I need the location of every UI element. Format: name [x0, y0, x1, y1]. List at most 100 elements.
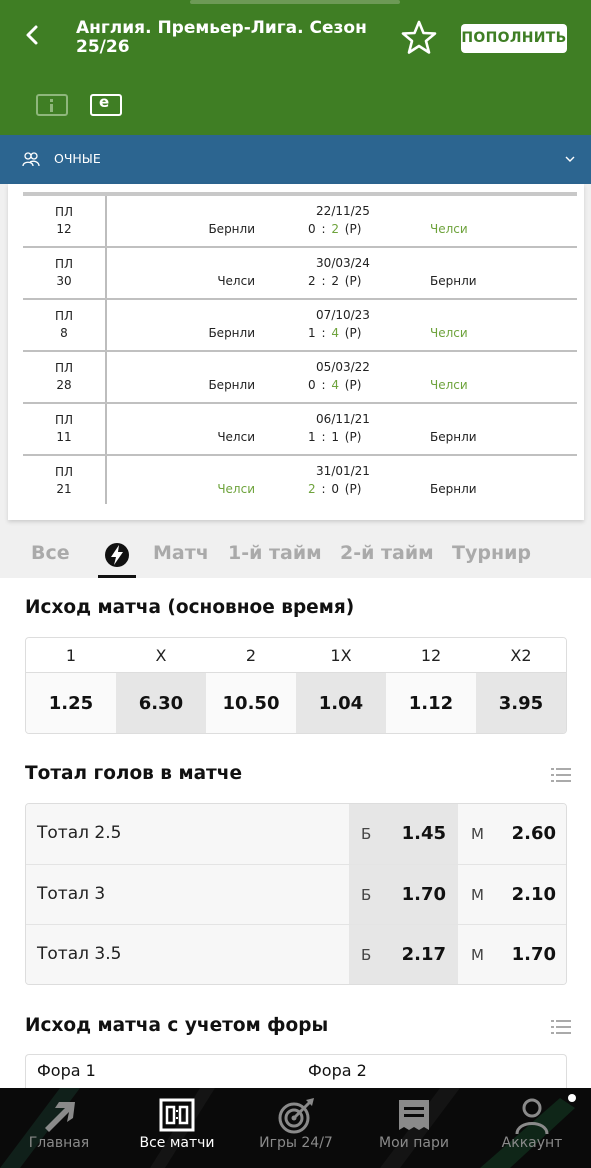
- list-view-icon[interactable]: [551, 767, 571, 783]
- over-odds-button[interactable]: Б 1.45: [349, 804, 458, 864]
- match-date: 30/03/24: [316, 256, 370, 270]
- bottom-nav: Главная Все матчи Игры 24/7 Мои пари Акк…: [0, 1088, 591, 1168]
- home-team: Бернли: [208, 326, 255, 340]
- markets-panel: Исход матча (основное время) 1 X 2 1X 12…: [0, 578, 591, 1094]
- outcome-label: X2: [510, 646, 532, 665]
- match-score: 2 : 0 (Р): [308, 482, 362, 496]
- match-row[interactable]: ПЛ 12 22/11/25 Бернли 0 : 2 (Р) Челси: [23, 196, 577, 248]
- outcome-market: 1 X 2 1X 12 X2 1.25 6.30 10.50 1.04 1.12…: [25, 637, 567, 734]
- nav-label: Мои пари: [379, 1135, 449, 1151]
- nav-item-my-bets[interactable]: Мои пари: [359, 1088, 469, 1168]
- outcome-title: Исход матча (основное время): [25, 597, 355, 618]
- total-row: Тотал 3 Б 1.70 М 2.10: [26, 864, 566, 925]
- drag-handle[interactable]: [190, 0, 400, 4]
- chevron-down-icon[interactable]: [564, 154, 576, 164]
- match-date: 05/03/22: [316, 360, 370, 374]
- tournament-cell: ПЛ 30: [54, 257, 74, 288]
- outcome-labels: 1 X 2 1X 12 X2: [26, 638, 566, 673]
- match-score: 1 : 4 (Р): [308, 326, 362, 340]
- odds-button-12[interactable]: 1.12: [386, 673, 476, 733]
- over-odds: 1.70: [401, 883, 446, 905]
- totals-title: Тотал голов в матче: [25, 763, 243, 784]
- total-name: Тотал 3.5: [37, 944, 122, 964]
- match-row[interactable]: ПЛ 11 06/11/21 Челси 1 : 1 (Р) Бернли: [23, 404, 577, 456]
- nav-label: Все матчи: [139, 1135, 215, 1151]
- tournament-cell: ПЛ 12: [54, 205, 74, 236]
- odds-button-2[interactable]: 10.50: [206, 673, 296, 733]
- outcome-label: X: [155, 646, 167, 665]
- tournament-cell: ПЛ 11: [54, 413, 74, 444]
- tab-match[interactable]: Матч: [153, 542, 209, 564]
- tournament-cell: ПЛ 8: [54, 309, 74, 340]
- under-label: М: [471, 825, 484, 843]
- under-odds-button[interactable]: М 2.10: [459, 864, 566, 924]
- under-odds-button[interactable]: М 2.60: [459, 804, 566, 864]
- info-icon[interactable]: [36, 94, 68, 116]
- tab-all[interactable]: Все: [31, 542, 70, 564]
- odds-button-1[interactable]: 1.25: [26, 673, 116, 733]
- head-to-head-card: ПЛ 12 22/11/25 Бернли 0 : 2 (Р) Челси ПЛ 3…: [8, 184, 584, 520]
- tab-second-half[interactable]: 2-й тайм: [340, 542, 434, 564]
- away-team: Челси: [430, 222, 468, 236]
- nav-label: Игры 24/7: [259, 1135, 333, 1151]
- outcome-label: 12: [420, 646, 442, 665]
- match-date: 22/11/25: [316, 204, 370, 218]
- section-bar[interactable]: ОЧНЫЕ: [0, 135, 591, 184]
- topup-button[interactable]: ПОПОЛНИТЬ: [461, 24, 567, 53]
- over-label: Б: [361, 885, 372, 904]
- favorite-star-icon[interactable]: [400, 19, 438, 57]
- odds-button-x[interactable]: 6.30: [116, 673, 206, 733]
- nav-item-all-matches[interactable]: Все матчи: [122, 1088, 232, 1168]
- home-team: Челси: [217, 482, 255, 496]
- totals-market: Тотал 2.5 Б 1.45 М 2.60 Тотал 3 Б 1.70 М…: [25, 803, 567, 985]
- over-odds-button[interactable]: Б 1.70: [349, 864, 458, 924]
- away-team: Челси: [430, 378, 468, 392]
- nav-item-games[interactable]: Игры 24/7: [241, 1088, 351, 1168]
- outcome-label: 1: [65, 646, 77, 665]
- handicap-col-2: Фора 2: [308, 1061, 367, 1080]
- match-row[interactable]: ПЛ 28 05/03/22 Бернли 0 : 4 (Р) Челси: [23, 352, 577, 404]
- match-row[interactable]: ПЛ 30 30/03/24 Челси 2 : 2 (Р) Бернли: [23, 248, 577, 300]
- outcome-odds: 1.25 6.30 10.50 1.04 1.12 3.95: [26, 673, 566, 733]
- under-label: М: [471, 946, 484, 964]
- match-row[interactable]: ПЛ 8 07/10/23 Бернли 1 : 4 (Р) Челси: [23, 300, 577, 352]
- total-name: Тотал 3: [37, 883, 106, 904]
- under-odds-button[interactable]: М 1.70: [459, 925, 566, 984]
- odds-button-x2[interactable]: 3.95: [476, 673, 566, 733]
- tab-popular[interactable]: [98, 540, 136, 578]
- under-odds: 2.10: [511, 883, 556, 905]
- nav-item-home[interactable]: Главная: [4, 1088, 114, 1168]
- over-odds-button[interactable]: Б 2.17: [349, 925, 458, 984]
- home-team: Бернли: [208, 378, 255, 392]
- over-label: Б: [361, 946, 372, 964]
- away-team: Челси: [430, 326, 468, 340]
- back-arrow-icon[interactable]: [18, 20, 48, 50]
- home-team: Челси: [217, 430, 255, 444]
- match-row[interactable]: ПЛ 21 31/01/21 Челси 2 : 0 (Р) Бернли: [23, 456, 577, 508]
- list-view-icon[interactable]: [551, 1019, 571, 1035]
- tournament-cell: ПЛ 21: [54, 465, 74, 496]
- over-label: Б: [361, 825, 372, 843]
- odds-button-1x[interactable]: 1.04: [296, 673, 386, 733]
- target-icon: [278, 1098, 314, 1134]
- notification-dot: [568, 1094, 576, 1102]
- home-team: Челси: [217, 274, 255, 288]
- page-title: Англия. Премьер-Лига. Сезон 25/26: [76, 18, 367, 57]
- away-team: Бернли: [430, 430, 477, 444]
- tab-tournament[interactable]: Турнир: [452, 542, 531, 564]
- section-label: ОЧНЫЕ: [54, 151, 101, 166]
- header: Англия. Премьер-Лига. Сезон 25/26 ПОПОЛН…: [0, 0, 591, 135]
- match-score: 1 : 1 (Р): [308, 430, 362, 444]
- away-team: Бернли: [430, 274, 477, 288]
- tab-first-half[interactable]: 1-й тайм: [228, 542, 322, 564]
- match-score: 0 : 4 (Р): [308, 378, 362, 392]
- outcome-label: 2: [245, 646, 257, 665]
- match-score: 0 : 2 (Р): [308, 222, 362, 236]
- stats-icon[interactable]: e: [90, 93, 122, 116]
- total-name: Тотал 2.5: [37, 823, 122, 843]
- people-icon: [22, 152, 40, 167]
- away-team: Бернли: [430, 482, 477, 496]
- under-label: М: [471, 885, 484, 904]
- lightning-icon: [105, 543, 129, 567]
- total-row: Тотал 2.5 Б 1.45 М 2.60: [26, 804, 566, 865]
